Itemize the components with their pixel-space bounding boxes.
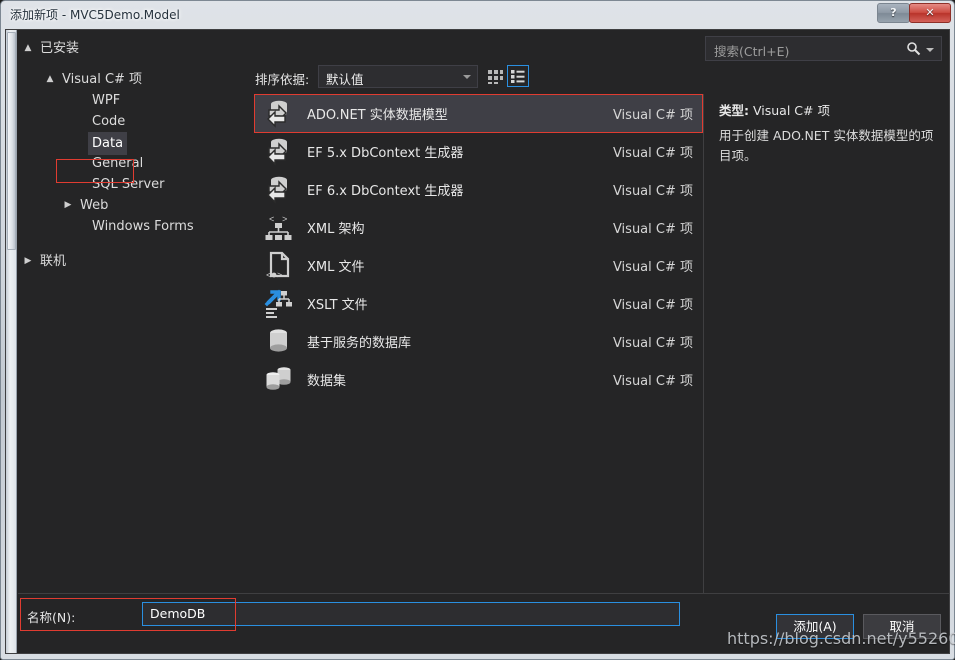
dataset-icon (263, 364, 294, 395)
template-item-type: Visual C# 项 (612, 146, 693, 161)
ef6-dbcontext-generator-icon (263, 174, 294, 205)
chevron-collapsed-icon[interactable]: ▶ (62, 195, 74, 216)
template-item-name: XML 文件 (307, 260, 365, 275)
sidebar-item-web[interactable]: ▶ Web (18, 195, 250, 216)
sidebar-item-label: 已安装 (40, 41, 80, 56)
sidebar-scrollbar-thumb[interactable] (7, 32, 16, 250)
add-new-item-dialog: 添加新项 - MVC5Demo.Model ? ✕ ▲ 已安装 ▲ Visual C#… (0, 0, 955, 660)
svg-text:<: < (266, 271, 271, 281)
template-list-item[interactable]: ADO.NET 实体数据模型 Visual C# 项 (254, 94, 703, 133)
name-label: 名称(N): (27, 610, 76, 625)
detail-type-row: 类型: Visual C# 项 (719, 100, 937, 119)
sidebar-item-联机[interactable]: ▶ 联机 (18, 251, 250, 272)
name-row: 名称(N): DemoDB 添加(A) 取消 (18, 593, 949, 653)
sidebar-item-visual-c#-项[interactable]: ▲ Visual C# 项 (18, 69, 250, 90)
sidebar-item-sql-server[interactable]: SQL Server (18, 174, 250, 195)
detail-description: 用于创建 ADO.NET 实体数据模型的项目项。 (719, 128, 934, 163)
close-button[interactable]: ✕ (909, 3, 951, 23)
detail-type-value: Visual C# 项 (752, 103, 830, 118)
name-input[interactable]: DemoDB (142, 602, 680, 626)
sort-by-label: 排序依据: (255, 72, 310, 87)
installed-templates-tree[interactable]: ▲ 已安装 ▲ Visual C# 项 WPF Code Data General SQL Se… (18, 30, 250, 653)
sidebar-item-label: Code (92, 114, 126, 129)
template-item-list[interactable]: ADO.NET 实体数据模型 Visual C# 项 EF 5.x DbContex… (254, 94, 704, 613)
search-input[interactable]: 搜索(Ctrl+E) (705, 36, 942, 61)
template-item-name: 基于服务的数据库 (307, 336, 412, 351)
chevron-down-icon (463, 75, 471, 79)
list-view-icon[interactable] (507, 65, 529, 87)
sidebar-item-label: Web (80, 198, 109, 213)
sidebar-item-label: SQL Server (92, 177, 165, 192)
search-icon[interactable] (906, 41, 921, 60)
template-item-type: Visual C# 项 (612, 374, 693, 389)
dialog-content: ▲ 已安装 ▲ Visual C# 项 WPF Code Data General SQL Se… (5, 29, 950, 654)
template-item-name: XSLT 文件 (307, 298, 368, 313)
template-list-item[interactable]: 数据集 Visual C# 项 (254, 360, 703, 398)
search-placeholder: 搜索(Ctrl+E) (714, 44, 790, 59)
template-list-item[interactable]: XSLT 文件 Visual C# 项 (254, 284, 703, 322)
sidebar-item-label: Data (88, 132, 128, 155)
sidebar-item-wpf[interactable]: WPF (18, 90, 250, 111)
template-item-name: XML 架构 (307, 222, 365, 237)
template-item-name: EF 5.x DbContext 生成器 (307, 146, 464, 161)
svg-text:>: > (277, 271, 282, 281)
template-item-type: Visual C# 项 (612, 222, 693, 237)
cancel-button[interactable]: 取消 (863, 614, 941, 639)
template-list-item[interactable]: EF 6.x DbContext 生成器 Visual C# 项 (254, 170, 703, 208)
xml-schema-icon: < > (263, 212, 294, 243)
template-item-name: EF 6.x DbContext 生成器 (307, 184, 464, 199)
chevron-collapsed-icon[interactable]: ▶ (22, 251, 34, 272)
template-item-name: 数据集 (307, 374, 347, 389)
template-list-item[interactable]: < > XML 架构 Visual C# 项 (254, 208, 703, 246)
template-item-type: Visual C# 项 (612, 336, 693, 351)
window-title: 添加新项 - MVC5Demo.Model (10, 8, 180, 22)
xslt-file-icon (263, 288, 294, 319)
details-pane: 搜索(Ctrl+E) 类型: Visual C# 项 用于创建 ADO.NET … (705, 30, 949, 613)
sidebar-item-label: WPF (92, 93, 121, 108)
sidebar-item-label: Windows Forms (92, 219, 194, 234)
sidebar-item-label: Visual C# 项 (62, 72, 143, 87)
ef5-dbcontext-generator-icon (263, 136, 294, 167)
sidebar-item-general[interactable]: General (18, 153, 250, 174)
sidebar-item-code[interactable]: Code (18, 111, 250, 132)
help-button[interactable]: ? (877, 3, 910, 23)
template-list-item[interactable]: EF 5.x DbContext 生成器 Visual C# 项 (254, 132, 703, 170)
title-bar[interactable]: 添加新项 - MVC5Demo.Model ? ✕ (1, 1, 954, 27)
sidebar-item-label: General (92, 156, 144, 171)
sort-by-dropdown[interactable]: 默认值 (318, 65, 478, 88)
chevron-expanded-icon[interactable]: ▲ (44, 69, 56, 90)
chevron-expanded-icon[interactable]: ▲ (22, 38, 34, 59)
search-options-chevron-icon[interactable] (926, 48, 934, 52)
template-item-type: Visual C# 项 (612, 298, 693, 313)
grid-view-icon[interactable] (484, 65, 506, 87)
name-input-value: DemoDB (150, 606, 206, 621)
sidebar-scrollbar[interactable] (6, 30, 17, 653)
template-item-name: ADO.NET 实体数据模型 (307, 108, 448, 123)
sidebar-item-已安装[interactable]: ▲ 已安装 (18, 38, 250, 59)
add-button[interactable]: 添加(A) (776, 614, 854, 639)
sidebar-item-windows-forms[interactable]: Windows Forms (18, 216, 250, 237)
detail-type-label: 类型: (719, 103, 749, 118)
template-list-item[interactable]: < > XML 文件 Visual C# 项 (254, 246, 703, 284)
template-item-type: Visual C# 项 (612, 108, 693, 123)
sidebar-item-label: 联机 (40, 254, 67, 269)
template-item-type: Visual C# 项 (612, 260, 693, 275)
sidebar-item-data[interactable]: Data (18, 132, 250, 155)
template-item-type: Visual C# 项 (612, 184, 693, 199)
template-list-item[interactable]: 基于服务的数据库 Visual C# 项 (254, 322, 703, 360)
service-based-database-icon (263, 326, 294, 357)
ado-net-entity-model-icon (263, 98, 294, 129)
svg-text:>: > (282, 215, 287, 225)
xml-file-icon: < > (263, 250, 294, 281)
sort-by-value: 默认值 (326, 72, 364, 87)
svg-text:<: < (269, 215, 274, 225)
